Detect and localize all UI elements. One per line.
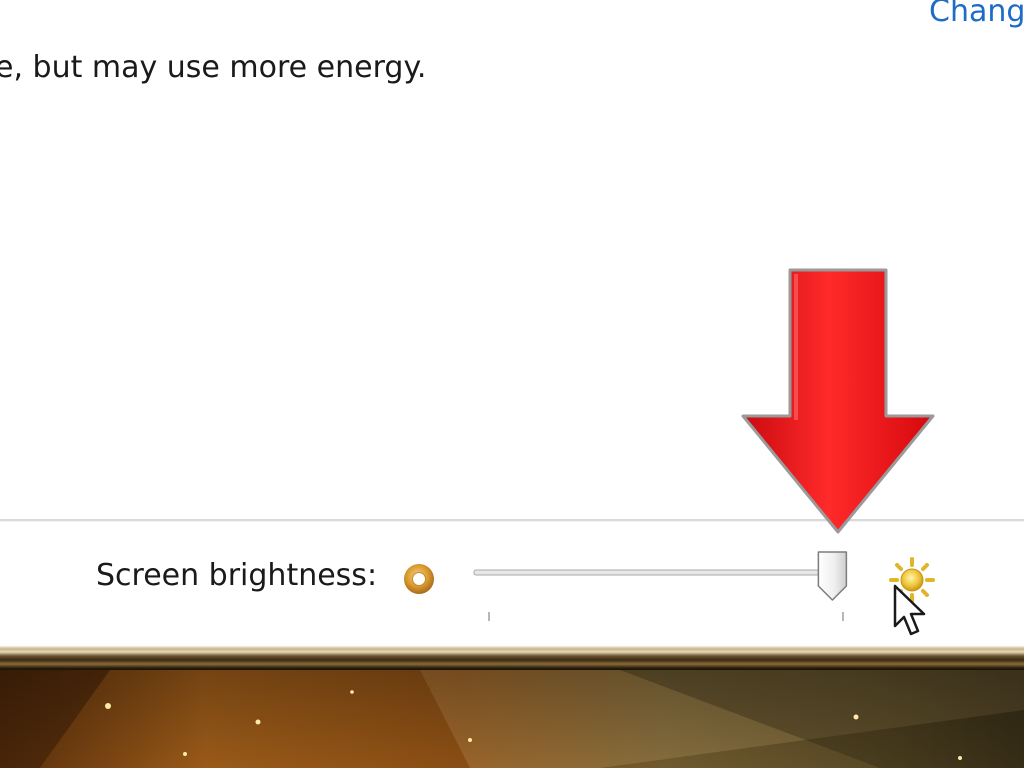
mouse-cursor-icon xyxy=(893,584,926,636)
slider-thumb xyxy=(817,551,848,601)
desktop-wallpaper xyxy=(0,670,1024,768)
slider-track xyxy=(473,569,843,576)
dim-sun-icon xyxy=(404,564,434,594)
window-bottom-border xyxy=(0,646,1024,670)
plan-description: e, but may use more energy. xyxy=(0,50,427,85)
change-settings-link[interactable]: Chang xyxy=(929,0,1024,29)
screen-brightness-slider[interactable] xyxy=(472,550,860,630)
power-options-window: Chang e, but may use more energy. Screen… xyxy=(0,0,1024,768)
red-down-arrow-icon xyxy=(741,268,935,534)
screen-brightness-label: Screen brightness: xyxy=(96,558,378,593)
